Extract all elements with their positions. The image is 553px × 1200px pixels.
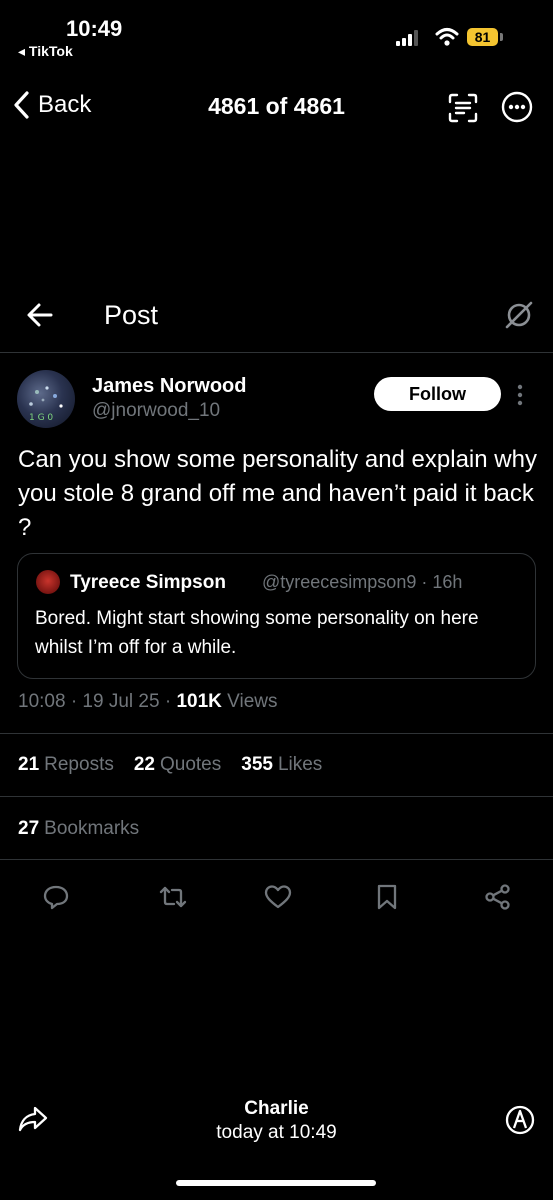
signal-icon	[396, 30, 424, 46]
svg-text:1 G 0: 1 G 0	[29, 413, 53, 423]
home-indicator[interactable]	[176, 1180, 376, 1186]
page-title: Post	[104, 300, 159, 330]
quoted-author-name: Tyreece Simpson	[70, 572, 226, 593]
sent-time: today at 10:49	[216, 1122, 337, 1143]
grok-icon[interactable]	[504, 300, 534, 330]
markup-icon[interactable]	[505, 1105, 535, 1135]
wifi-icon	[435, 27, 459, 47]
quoted-post-text: Bored. Might start showing some personal…	[35, 608, 479, 658]
post-menu-icon[interactable]	[517, 384, 523, 406]
timestamp-text: 10:08 · 19 Jul 25 ·	[18, 691, 177, 712]
battery-level: 81	[467, 28, 498, 46]
bookmark-icon[interactable]	[376, 884, 398, 910]
follow-button[interactable]: Follow	[374, 377, 501, 411]
status-time: 10:49	[66, 16, 123, 41]
bookmarks-stat[interactable]: 27 Bookmarks	[18, 818, 139, 840]
post-timestamp: 10:08 · 19 Jul 25 · 101K Views	[18, 691, 277, 713]
battery-cap	[500, 33, 503, 41]
quoted-author-avatar	[36, 570, 60, 594]
engagement-stats: 21 Reposts 22 Quotes 355 Likes	[18, 754, 322, 776]
live-text-icon[interactable]	[447, 92, 479, 124]
views-label: Views	[221, 691, 278, 712]
quoted-author-meta: @tyreecesimpson9 · 16h	[262, 572, 463, 592]
stats-divider-top	[0, 733, 553, 734]
sender-name: Charlie	[244, 1098, 309, 1119]
repost-icon[interactable]	[159, 884, 187, 910]
stats-divider-bottom	[0, 859, 553, 860]
likes-stat[interactable]: 355 Likes	[241, 754, 322, 776]
back-arrow-icon[interactable]	[26, 302, 54, 328]
author-name[interactable]: James Norwood	[92, 375, 246, 398]
reply-icon[interactable]	[43, 884, 69, 910]
quotes-stat[interactable]: 22 Quotes	[134, 754, 221, 776]
header-divider	[0, 352, 553, 353]
more-options-icon[interactable]	[501, 91, 533, 123]
author-handle[interactable]: @jnorwood_10	[92, 400, 220, 422]
views-count: 101K	[176, 691, 222, 712]
author-avatar[interactable]: 1 G 0	[17, 370, 75, 428]
back-to-app-link[interactable]: ◂ TikTok	[18, 43, 73, 60]
like-icon[interactable]	[264, 884, 292, 910]
reposts-stat[interactable]: 21 Reposts	[18, 754, 114, 776]
share-icon[interactable]	[484, 884, 512, 910]
stats-divider-middle	[0, 796, 553, 797]
post-text: Can you show some personality and explai…	[18, 446, 537, 541]
